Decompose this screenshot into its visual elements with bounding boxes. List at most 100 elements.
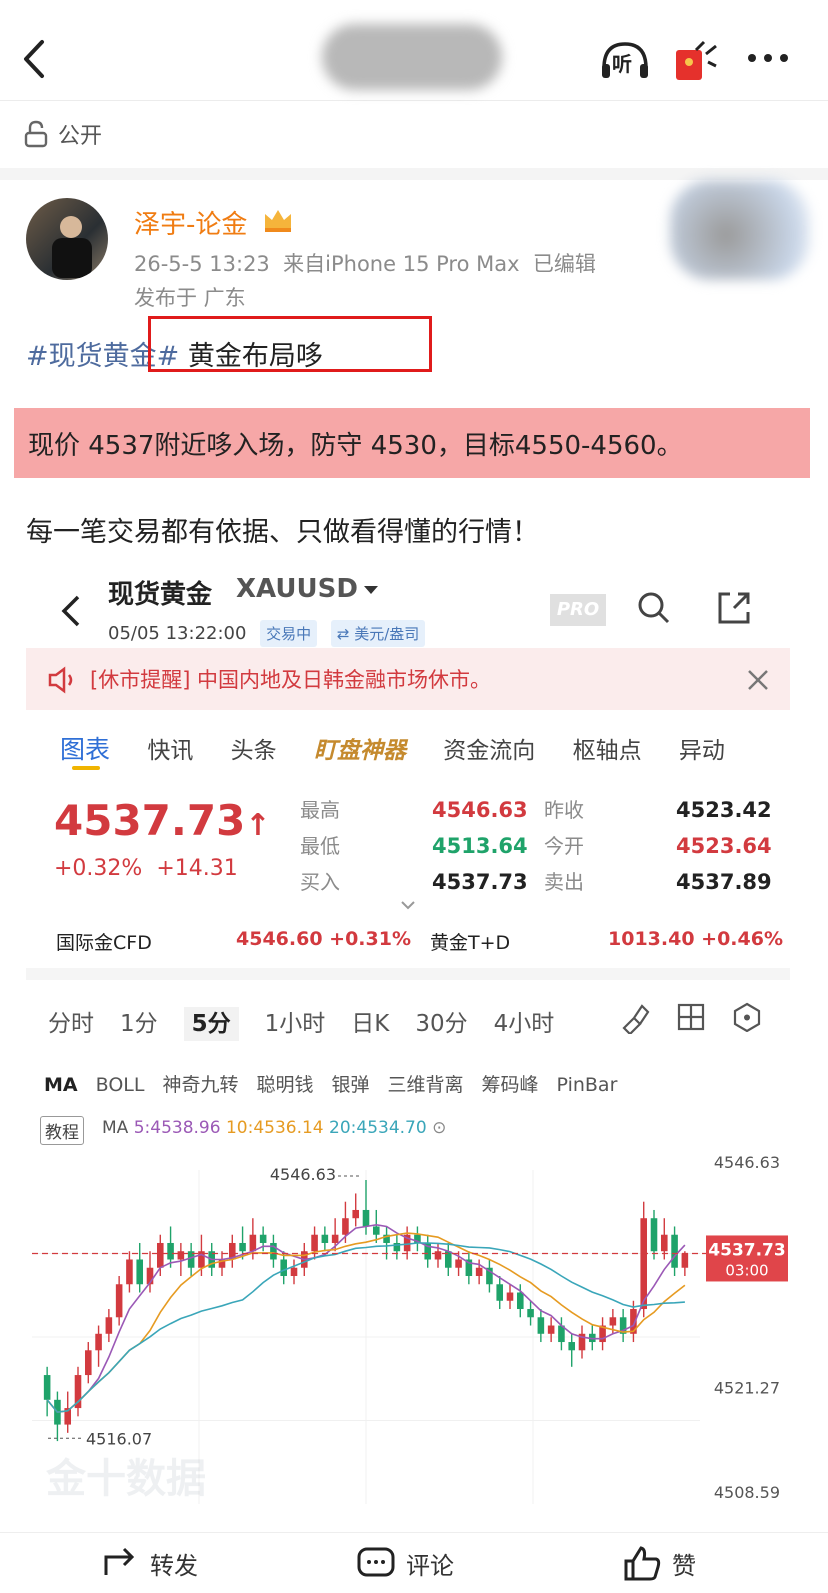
layout-grid-icon	[677, 1003, 705, 1031]
candle-body	[321, 1234, 329, 1243]
listen-button[interactable]: 听	[598, 38, 652, 82]
redacted-badge	[670, 180, 810, 280]
author-name[interactable]: 泽宇-论金	[134, 204, 247, 241]
comment-label: 评论	[406, 1551, 454, 1580]
low-value: 4513.64	[432, 834, 528, 858]
indicator-tabs: MA BOLL 神奇九转 聪明钱 银弹 三维背离 筹码峰 PinBar	[44, 1070, 774, 1097]
tab-alerts: 异动	[678, 738, 725, 764]
indicator-tab: 银弹	[331, 1074, 370, 1096]
top-nav: 听	[0, 0, 828, 101]
more-icon[interactable]	[746, 52, 790, 64]
search-icon	[638, 592, 670, 624]
candle-body	[115, 1284, 123, 1318]
candle-body	[372, 1226, 380, 1235]
post-location: 发布于 广东	[134, 286, 246, 310]
stat-values-b: 4523.42 4523.64 4537.89	[676, 792, 772, 900]
candle-body	[640, 1218, 648, 1310]
candle-body	[105, 1317, 113, 1334]
candle-body	[280, 1259, 288, 1276]
post-time: 26-5-5 13:23	[134, 252, 270, 276]
low-label: 最低	[300, 834, 340, 858]
edited-label[interactable]: 已编辑	[533, 252, 596, 276]
candle-body	[342, 1218, 349, 1235]
prev-label: 昨收	[544, 798, 584, 822]
embedded-quote-screenshot: 现货黄金 XAUUSD 05/05 13:22:00 交易中 ⇄ 美元/盎司 P…	[26, 560, 792, 1520]
tab-news: 快讯	[147, 738, 194, 764]
up-arrow-icon: ↑	[245, 808, 271, 843]
sell-value: 4537.89	[676, 870, 772, 894]
post-body: 每一笔交易都有依据、只做看得懂的行情！	[26, 517, 539, 548]
highlight-banner: 现价 4537附近哆入场，防守 4530，目标4550-4560。	[14, 408, 810, 478]
candle-body	[352, 1209, 360, 1219]
candle-body	[496, 1284, 504, 1301]
highlight-box	[148, 316, 432, 372]
candle-body	[136, 1259, 144, 1285]
like-button[interactable]: 赞	[622, 1545, 696, 1581]
period-tab: 1分	[120, 1011, 158, 1037]
candle-body	[547, 1325, 555, 1334]
y-tick-label: 4546.63	[714, 1153, 780, 1172]
candle-body	[331, 1234, 339, 1243]
price-tag-value: 4537.73	[708, 1240, 785, 1260]
indicator-tab: MA	[44, 1074, 78, 1096]
thumbs-up-icon	[624, 1546, 661, 1581]
close-icon	[748, 670, 768, 690]
chart-area: 教程 MA 5:4538.96 10:4536.14 20:4534.70 ⊙ …	[26, 1106, 790, 1520]
market-status: 交易中	[260, 620, 318, 647]
candle-body	[270, 1242, 277, 1260]
candle-body	[671, 1234, 678, 1268]
candle-body	[95, 1333, 102, 1351]
speaker-icon	[48, 666, 73, 694]
redacted-title	[322, 24, 502, 90]
repost-icon	[104, 1547, 135, 1575]
tab-pivot: 枢轴点	[572, 738, 642, 764]
candle-body	[506, 1292, 514, 1301]
share-icon	[718, 592, 750, 624]
candle-body	[362, 1209, 370, 1227]
period-tab: 4小时	[493, 1011, 555, 1037]
visibility-label: 公开	[58, 124, 103, 149]
candle-body	[43, 1375, 51, 1400]
td-label: 黄金T+D	[430, 932, 511, 954]
high-label: 最高	[300, 798, 340, 822]
candle-body	[455, 1259, 462, 1268]
indicator-tab: PinBar	[556, 1074, 618, 1096]
back-icon	[61, 595, 80, 627]
tab-chart: 图表	[60, 735, 111, 764]
candle-body	[537, 1317, 545, 1334]
indicator-tab: 筹码峰	[481, 1074, 539, 1096]
candle-body	[84, 1350, 92, 1376]
candle-body	[239, 1242, 246, 1252]
notice-bar: [休市提醒] 中国内地及日韩金融市场休市。	[26, 648, 790, 710]
period-tab: 1小时	[264, 1011, 326, 1037]
comment-icon	[357, 1547, 395, 1577]
tab-fund-flow: 资金流向	[443, 738, 536, 764]
red-envelope-icon[interactable]	[672, 36, 720, 84]
candle-body	[516, 1292, 524, 1310]
indicator-tab: BOLL	[95, 1074, 145, 1096]
action-bar: 转发 评论 赞	[0, 1532, 828, 1593]
quote-code: XAUUSD	[236, 574, 358, 604]
back-icon[interactable]	[20, 38, 48, 80]
stat-labels-b: 昨收 今开 卖出	[544, 792, 584, 900]
repost-button[interactable]: 转发	[100, 1545, 198, 1581]
candle-body	[475, 1267, 483, 1276]
draw-tool-icon	[622, 1004, 650, 1034]
period-tab: 30分	[415, 1011, 468, 1037]
pro-badge: PRO	[550, 594, 606, 626]
candle-body	[568, 1342, 576, 1351]
candle-body	[290, 1267, 298, 1276]
period-tab: 5分	[183, 1007, 239, 1041]
candle-body	[681, 1253, 689, 1268]
comment-button[interactable]: 评论	[356, 1545, 454, 1581]
avatar[interactable]	[26, 198, 108, 280]
price-change: +0.32% +14.31	[54, 856, 238, 881]
crown-icon	[265, 210, 291, 232]
tab-watch: 盯盘神器	[313, 738, 406, 764]
indicator-tab: 神奇九转	[162, 1074, 239, 1096]
candle-body	[156, 1242, 164, 1268]
quote-time: 05/05 13:22:00	[108, 623, 247, 644]
candle-body	[126, 1259, 133, 1285]
stat-labels-a: 最高 最低 买入	[300, 792, 340, 900]
y-tick-label: 4508.59	[714, 1483, 780, 1502]
